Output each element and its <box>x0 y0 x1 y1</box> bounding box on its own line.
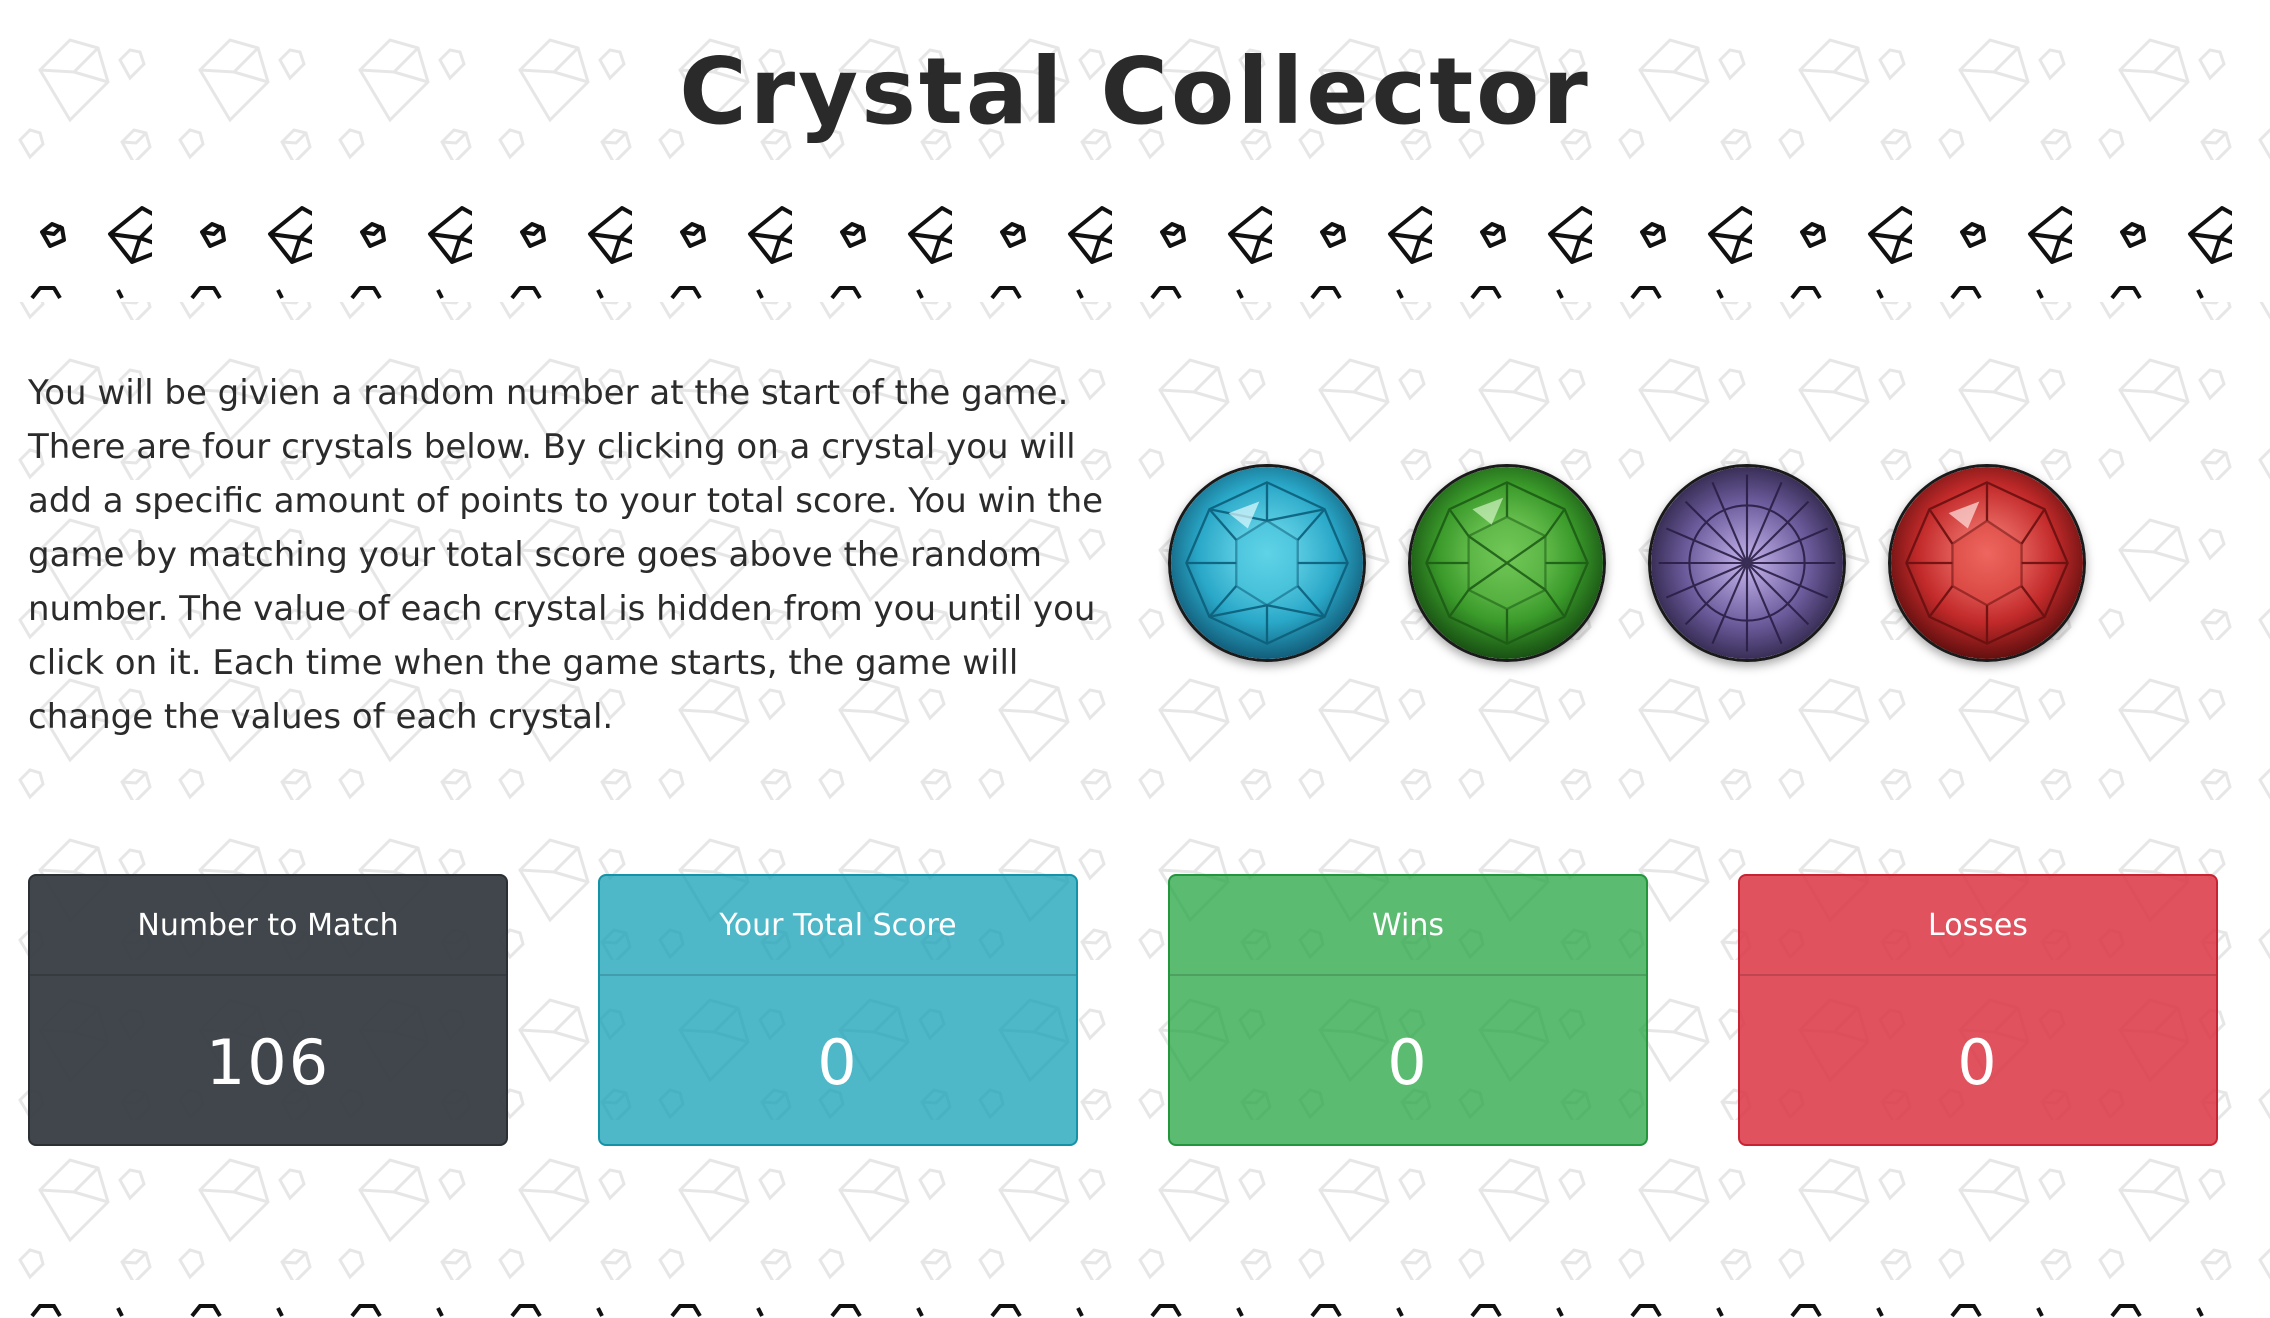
blue-crystal-icon <box>1171 467 1363 659</box>
losses-panel: Losses 0 <box>1738 874 2218 1146</box>
total-score-label: Your Total Score <box>600 876 1076 976</box>
red-crystal-button[interactable] <box>1888 464 2086 662</box>
diamond-border-strip-bottom <box>0 1300 2270 1318</box>
number-to-match-value: 106 <box>205 1025 331 1099</box>
number-to-match-panel: Number to Match 106 <box>28 874 508 1146</box>
green-crystal-button[interactable] <box>1408 464 1606 662</box>
game-instructions: You will be givien a random number at th… <box>28 373 1104 737</box>
total-score-panel: Your Total Score 0 <box>598 874 1078 1146</box>
losses-label: Losses <box>1740 876 2216 976</box>
purple-crystal-icon <box>1651 467 1843 659</box>
number-to-match-label: Number to Match <box>30 876 506 976</box>
wins-panel: Wins 0 <box>1168 874 1648 1146</box>
red-crystal-icon <box>1891 467 2083 659</box>
green-crystal-icon <box>1411 467 1603 659</box>
page-title: Crystal Collector <box>679 38 1591 145</box>
blue-crystal-button[interactable] <box>1168 464 1366 662</box>
losses-value: 0 <box>1957 1025 1999 1099</box>
total-score-value: 0 <box>817 1025 859 1099</box>
purple-crystal-button[interactable] <box>1648 464 1846 662</box>
wins-label: Wins <box>1170 876 1646 976</box>
diamond-border-strip <box>0 190 2270 302</box>
wins-value: 0 <box>1387 1025 1429 1099</box>
